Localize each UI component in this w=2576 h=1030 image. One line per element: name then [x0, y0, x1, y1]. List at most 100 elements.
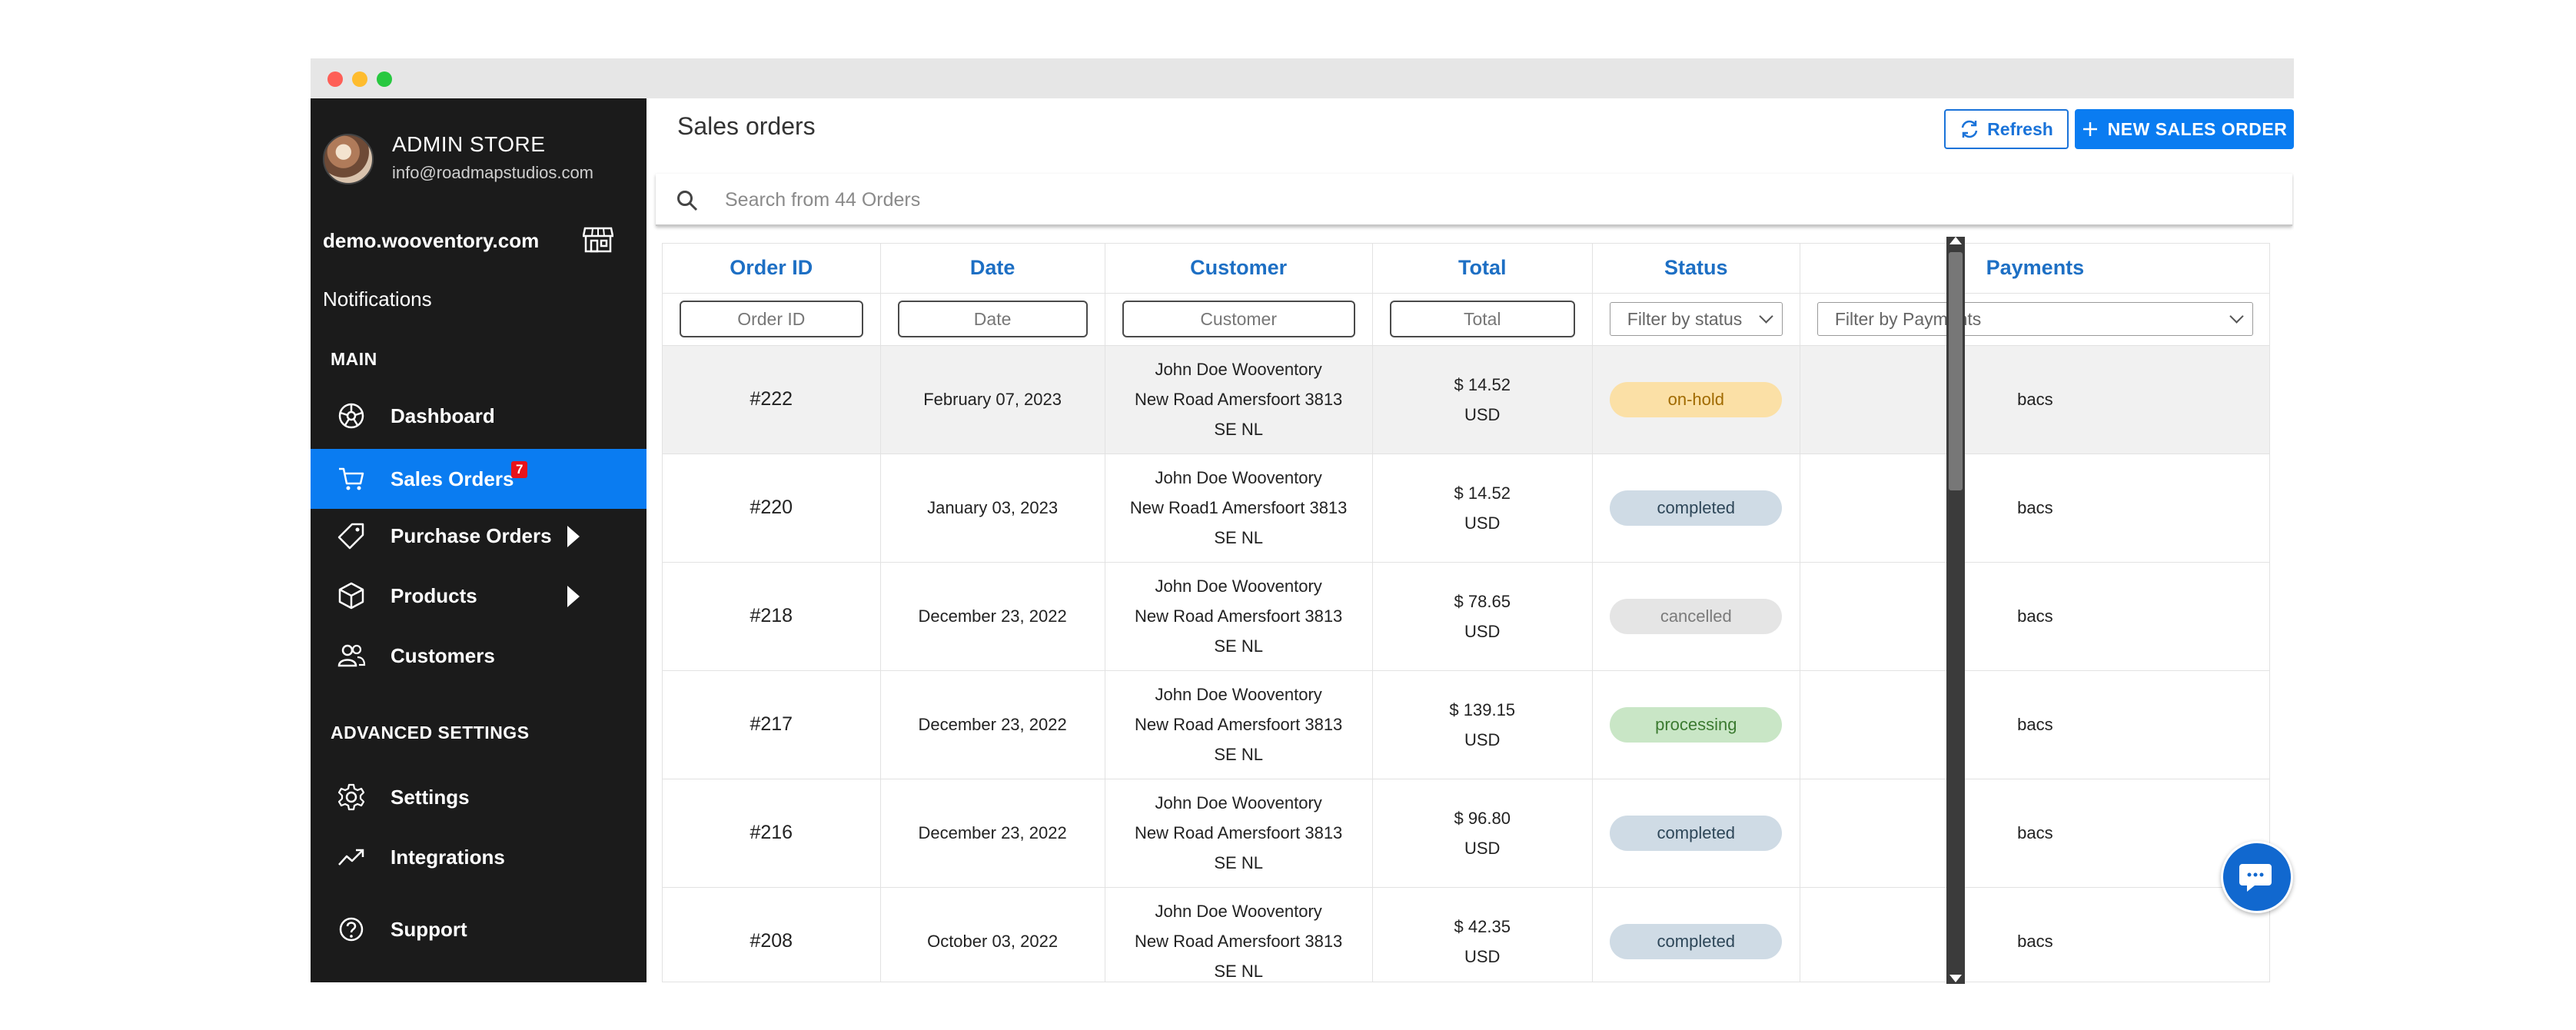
order-payment: bacs	[1800, 670, 2269, 779]
order-customer: John Doe Wooventory New Road Amersfoort 3…	[1105, 670, 1373, 779]
cart-icon	[339, 467, 364, 490]
column-header-customer[interactable]: Customer	[1105, 244, 1373, 294]
chat-widget-button[interactable]	[2221, 841, 2293, 913]
new-sales-order-button[interactable]: NEW SALES ORDER	[2075, 109, 2294, 149]
sidebar-item-label: Purchase Orders	[391, 524, 552, 547]
customer-region: SE NL	[1214, 962, 1263, 981]
order-total: $ 96.80 USD	[1372, 779, 1593, 888]
customer-address: New Road Amersfoort 3813	[1135, 823, 1343, 842]
order-status: completed	[1592, 779, 1800, 888]
order-id[interactable]: #222	[663, 345, 881, 454]
order-date: December 23, 2022	[880, 562, 1105, 671]
close-window-button[interactable]	[327, 71, 343, 87]
order-id-filter-input[interactable]	[680, 301, 863, 337]
vertical-scrollbar[interactable]	[1946, 237, 1965, 984]
table-row[interactable]: #220 January 03, 2023 John Doe Wooventor…	[663, 454, 2269, 563]
notifications-link[interactable]: Notifications	[323, 287, 432, 311]
app-window: ADMIN STORE info@roadmapstudios.com demo…	[311, 58, 2294, 982]
total-currency: USD	[1464, 946, 1501, 966]
section-label-main: MAIN	[331, 349, 377, 369]
customer-filter-input[interactable]	[1122, 301, 1355, 337]
store-domain[interactable]: demo.wooventory.com	[323, 229, 539, 253]
column-header-order-id[interactable]: Order ID	[663, 244, 881, 294]
order-payment: bacs	[1800, 887, 2269, 982]
sidebar-item-products[interactable]: Products	[311, 566, 646, 626]
order-status: completed	[1592, 454, 1800, 563]
plus-icon	[2082, 122, 2097, 136]
scroll-up-icon[interactable]	[1949, 237, 1962, 244]
total-amount: $ 139.15	[1449, 699, 1516, 719]
table-row[interactable]: #208 October 03, 2022 John Doe Wooventor…	[663, 887, 2269, 982]
minimize-window-button[interactable]	[352, 71, 367, 87]
users-icon	[337, 644, 366, 667]
status-badge: completed	[1610, 490, 1783, 526]
chat-icon	[2239, 864, 2272, 892]
trend-icon	[338, 849, 364, 866]
customer-name: John Doe Wooventory	[1155, 793, 1322, 812]
status-filter-label: Filter by status	[1627, 308, 1743, 329]
customer-name: John Doe Wooventory	[1155, 902, 1322, 921]
order-date: December 23, 2022	[880, 779, 1105, 888]
order-payment: bacs	[1800, 779, 2269, 888]
sidebar-item-customers[interactable]: Customers	[311, 626, 646, 686]
total-currency: USD	[1464, 621, 1501, 641]
customer-address: New Road1 Amersfoort 3813	[1129, 498, 1348, 517]
customer-region: SE NL	[1214, 420, 1263, 439]
total-currency: USD	[1464, 404, 1501, 424]
total-amount: $ 96.80	[1454, 808, 1511, 828]
search-input[interactable]	[723, 181, 2184, 218]
scrollbar-thumb[interactable]	[1949, 252, 1963, 490]
order-id[interactable]: #220	[663, 454, 881, 563]
sidebar: ADMIN STORE info@roadmapstudios.com demo…	[311, 98, 646, 982]
customer-address: New Road Amersfoort 3813	[1135, 715, 1343, 734]
order-total: $ 78.65 USD	[1372, 562, 1593, 671]
status-badge: processing	[1610, 706, 1783, 743]
customer-address: New Road Amersfoort 3813	[1135, 390, 1343, 409]
table-row[interactable]: #218 December 23, 2022 John Doe Woovento…	[663, 562, 2269, 671]
total-currency: USD	[1464, 729, 1501, 749]
column-header-total[interactable]: Total	[1372, 244, 1593, 294]
expand-arrow-icon[interactable]	[567, 526, 580, 547]
sidebar-item-dashboard[interactable]: Dashboard	[311, 386, 646, 446]
avatar[interactable]	[323, 134, 374, 184]
scroll-down-icon[interactable]	[1949, 975, 1962, 982]
order-id[interactable]: #208	[663, 887, 881, 982]
table-row[interactable]: #217 December 23, 2022 John Doe Woovento…	[663, 670, 2269, 779]
total-filter-input[interactable]	[1389, 301, 1575, 337]
table-row[interactable]: #222 February 07, 2023 John Doe Woovento…	[663, 345, 2269, 454]
column-header-payments[interactable]: Payments	[1800, 244, 2269, 294]
refresh-button[interactable]: Refresh	[1944, 109, 2069, 149]
sidebar-item-sales-orders[interactable]: Sales Orders 7	[311, 449, 646, 509]
column-header-status[interactable]: Status	[1592, 244, 1800, 294]
order-id[interactable]: #218	[663, 562, 881, 671]
date-filter-input[interactable]	[897, 301, 1088, 337]
dashboard-icon	[338, 403, 364, 429]
customer-address: New Road Amersfoort 3813	[1135, 606, 1343, 626]
order-payment: bacs	[1800, 562, 2269, 671]
gear-icon	[337, 783, 365, 811]
sidebar-item-purchase-orders[interactable]: Purchase Orders	[311, 506, 646, 566]
sidebar-item-label: Customers	[391, 644, 495, 667]
sidebar-item-label: Dashboard	[391, 404, 495, 427]
sidebar-item-label: Products	[391, 584, 477, 607]
refresh-icon	[1961, 120, 1978, 138]
status-filter-select[interactable]: Filter by status	[1609, 302, 1783, 336]
customer-name: John Doe Wooventory	[1155, 576, 1322, 596]
order-id[interactable]: #216	[663, 779, 881, 888]
status-badge: completed	[1610, 923, 1783, 959]
store-front-icon[interactable]	[583, 226, 613, 254]
sidebar-item-integrations[interactable]: Integrations	[311, 827, 646, 887]
sidebar-item-support[interactable]: Support	[311, 899, 646, 959]
table-row[interactable]: #216 December 23, 2022 John Doe Woovento…	[663, 779, 2269, 888]
maximize-window-button[interactable]	[377, 71, 392, 87]
customer-region: SE NL	[1214, 745, 1263, 764]
order-status: cancelled	[1592, 562, 1800, 671]
sidebar-item-settings[interactable]: Settings	[311, 767, 646, 827]
payments-filter-select[interactable]: Filter by Payments	[1816, 302, 2253, 336]
expand-arrow-icon[interactable]	[567, 586, 580, 607]
order-id[interactable]: #217	[663, 670, 881, 779]
customer-region: SE NL	[1214, 636, 1263, 656]
sidebar-item-label: Integrations	[391, 846, 505, 869]
order-customer: John Doe Wooventory New Road1 Amersfoort …	[1105, 454, 1373, 563]
column-header-date[interactable]: Date	[880, 244, 1105, 294]
